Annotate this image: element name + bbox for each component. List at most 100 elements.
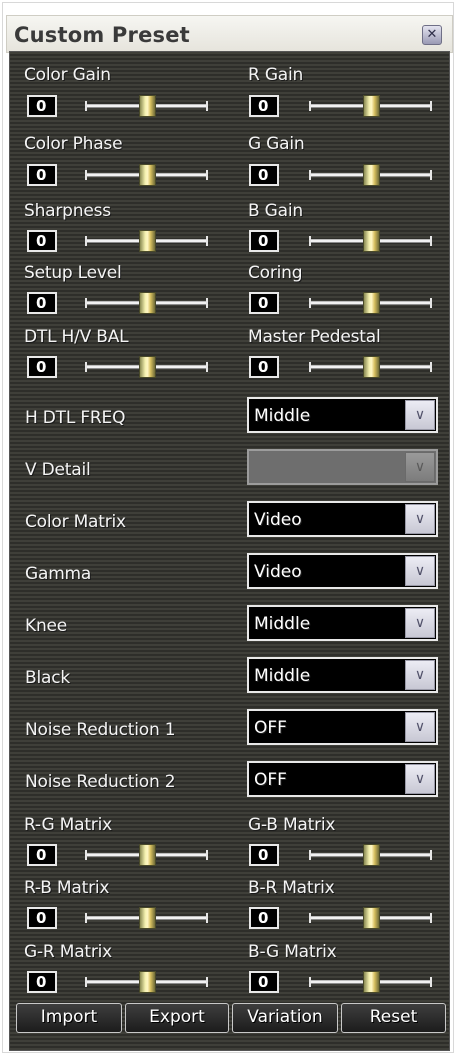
noise-reduction-2-select[interactable]: OFF ∨ (247, 761, 438, 797)
select-value: Video (254, 510, 302, 530)
slider-track-end (309, 236, 311, 246)
slider-value-box[interactable]: 0 (27, 164, 57, 186)
slider-track[interactable] (85, 971, 208, 993)
slider-track[interactable] (309, 907, 432, 929)
variation-button[interactable]: Variation (232, 1003, 338, 1033)
chevron-down-icon[interactable]: ∨ (405, 608, 435, 638)
slider-track[interactable] (309, 356, 432, 378)
slider-value-box[interactable]: 0 (249, 907, 279, 929)
slider-track[interactable] (309, 230, 432, 252)
slider-value-box[interactable]: 0 (27, 292, 57, 314)
dropdown-label: V Detail (25, 460, 91, 480)
slider-track-end (430, 362, 432, 372)
slider-track-end (430, 913, 432, 923)
chevron-down-icon[interactable]: ∨ (405, 504, 435, 534)
slider-thumb[interactable] (363, 95, 380, 117)
color-matrix-select[interactable]: Video ∨ (247, 501, 438, 537)
slider-value-box[interactable]: 0 (27, 971, 57, 993)
slider-thumb[interactable] (363, 971, 380, 993)
select-value: OFF (254, 718, 287, 738)
export-button[interactable]: Export (125, 1003, 229, 1033)
slider-value-box[interactable]: 0 (249, 292, 279, 314)
chevron-down-icon[interactable]: ∨ (405, 712, 435, 742)
dropdown-label: Knee (25, 616, 68, 636)
slider-track-end (309, 101, 311, 111)
chevron-down-icon[interactable]: ∨ (405, 764, 435, 794)
slider-track-end (430, 170, 432, 180)
slider-track[interactable] (309, 292, 432, 314)
slider-thumb[interactable] (363, 844, 380, 866)
slider-track[interactable] (309, 971, 432, 993)
slider-track[interactable] (309, 95, 432, 117)
slider-thumb[interactable] (139, 164, 156, 186)
slider-label: Color Gain (24, 65, 111, 85)
slider-track[interactable] (85, 95, 208, 117)
slider-thumb[interactable] (139, 844, 156, 866)
title-bar[interactable]: Custom Preset ✕ (6, 15, 453, 53)
slider-track[interactable] (309, 164, 432, 186)
slider-thumb[interactable] (363, 907, 380, 929)
slider-value-box[interactable]: 0 (249, 844, 279, 866)
slider-track-end (309, 362, 311, 372)
slider-track[interactable] (309, 844, 432, 866)
slider-thumb[interactable] (139, 292, 156, 314)
slider-value-box[interactable]: 0 (249, 356, 279, 378)
gamma-select[interactable]: Video ∨ (247, 553, 438, 589)
slider-label: B-G Matrix (248, 942, 337, 962)
slider-value-box[interactable]: 0 (27, 844, 57, 866)
slider-track[interactable] (85, 292, 208, 314)
slider-value-box[interactable]: 0 (249, 971, 279, 993)
chevron-down-icon[interactable]: ∨ (405, 556, 435, 586)
dropdown-label: H DTL FREQ (25, 408, 126, 428)
reset-button[interactable]: Reset (341, 1003, 446, 1033)
dropdown-label: Gamma (25, 564, 92, 584)
chevron-down-icon[interactable]: ∨ (405, 660, 435, 690)
slider-thumb[interactable] (363, 230, 380, 252)
chevron-down-icon: ∨ (405, 452, 435, 482)
slider-track-end (206, 101, 208, 111)
h-dtl-freq-select[interactable]: Middle ∨ (247, 397, 438, 433)
slider-label: DTL H/V BAL (24, 327, 129, 347)
slider-thumb[interactable] (139, 95, 156, 117)
slider-track-end (85, 977, 87, 987)
slider-label: Coring (248, 263, 303, 283)
dropdown-label: Noise Reduction 2 (25, 772, 176, 792)
noise-reduction-1-select[interactable]: OFF ∨ (247, 709, 438, 745)
import-button[interactable]: Import (16, 1003, 122, 1033)
select-value: Middle (254, 614, 311, 634)
slider-track-end (206, 850, 208, 860)
slider-track[interactable] (85, 230, 208, 252)
slider-label: Master Pedestal (248, 327, 381, 347)
slider-thumb[interactable] (139, 356, 156, 378)
slider-track-end (85, 298, 87, 308)
slider-value-box[interactable]: 0 (249, 230, 279, 252)
slider-track-end (85, 101, 87, 111)
slider-thumb[interactable] (139, 971, 156, 993)
slider-track[interactable] (85, 907, 208, 929)
slider-thumb[interactable] (363, 292, 380, 314)
black-select[interactable]: Middle ∨ (247, 657, 438, 693)
preset-panel: Color Gain 0 R Gain 0 Color Phase 0 G Ga… (9, 51, 450, 1051)
select-value: Middle (254, 666, 311, 686)
slider-value-box[interactable]: 0 (27, 356, 57, 378)
slider-thumb[interactable] (139, 230, 156, 252)
select-value: OFF (254, 770, 287, 790)
knee-select[interactable]: Middle ∨ (247, 605, 438, 641)
chevron-down-icon[interactable]: ∨ (405, 400, 435, 430)
close-icon[interactable]: ✕ (422, 25, 442, 45)
slider-track[interactable] (85, 356, 208, 378)
slider-value-box[interactable]: 0 (27, 230, 57, 252)
slider-value-box[interactable]: 0 (27, 907, 57, 929)
slider-value-box[interactable]: 0 (249, 95, 279, 117)
slider-thumb[interactable] (363, 356, 380, 378)
slider-track-end (206, 298, 208, 308)
slider-value-box[interactable]: 0 (27, 95, 57, 117)
slider-track[interactable] (85, 844, 208, 866)
slider-track-end (206, 236, 208, 246)
slider-track-end (85, 913, 87, 923)
slider-track[interactable] (85, 164, 208, 186)
slider-value-box[interactable]: 0 (249, 164, 279, 186)
slider-thumb[interactable] (363, 164, 380, 186)
slider-thumb[interactable] (139, 907, 156, 929)
slider-track-end (206, 977, 208, 987)
